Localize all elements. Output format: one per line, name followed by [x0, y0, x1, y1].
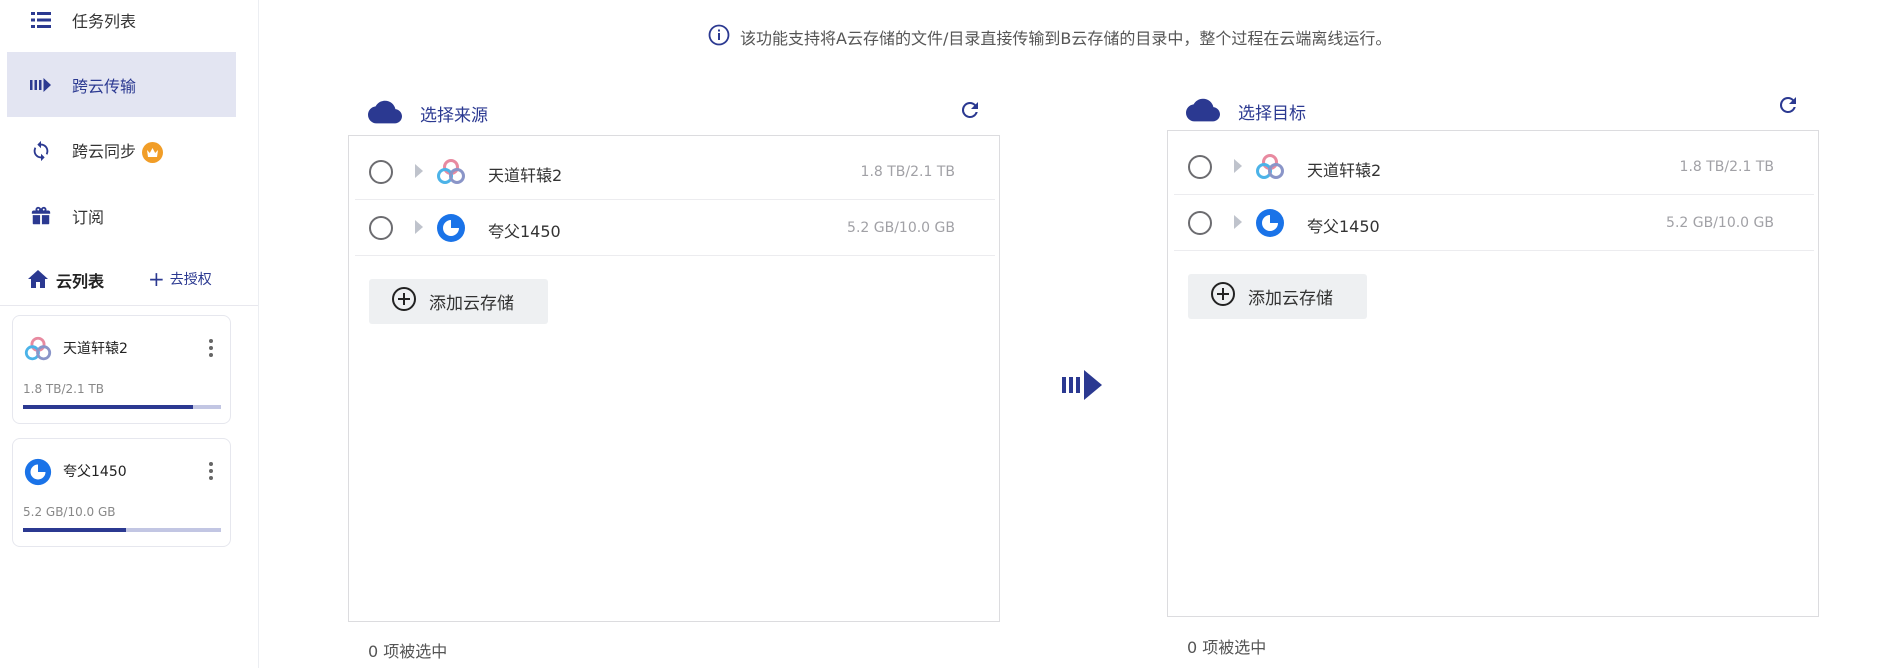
nav-label-text: 跨云同步 — [72, 142, 137, 161]
target-selected-count: 0 项被选中 — [1187, 638, 1267, 657]
target-storage-row[interactable]: 夸父1450 5.2 GB/10.0 GB — [1174, 195, 1814, 251]
target-title: 选择目标 — [1238, 104, 1306, 124]
list-icon — [29, 8, 53, 32]
storage-name: 夸父1450 — [1307, 217, 1380, 236]
nav-item-cross-cloud-transfer[interactable]: 跨云传输 — [7, 52, 236, 117]
radio-button[interactable] — [369, 160, 393, 184]
add-storage-button[interactable]: 添加云存储 — [1188, 274, 1367, 319]
target-storage-row[interactable]: 天道轩辕2 1.8 TB/2.1 TB — [1174, 139, 1814, 195]
source-panel-header: 选择来源 — [368, 92, 980, 132]
nav-label-with-badge: 跨云同步 — [72, 138, 164, 163]
info-banner: 该功能支持将A云存储的文件/目录直接传输到B云存储的目录中，整个过程在云端离线运… — [708, 24, 1391, 50]
authorize-button[interactable]: + 去授权 — [148, 269, 212, 289]
cloud-rings-icon — [1254, 151, 1286, 183]
storage-usage-fill — [23, 405, 193, 409]
home-icon — [28, 270, 48, 292]
source-storage-row[interactable]: 天道轩辕2 1.8 TB/2.1 TB — [355, 144, 995, 200]
storage-card[interactable]: 天道轩辕2 1.8 TB/2.1 TB — [12, 315, 231, 424]
nav-label: 订阅 — [72, 207, 105, 227]
source-storage-row[interactable]: 夸父1450 5.2 GB/10.0 GB — [355, 200, 995, 256]
nav-label: 任务列表 — [72, 11, 137, 31]
storage-card[interactable]: 夸父1450 5.2 GB/10.0 GB — [12, 438, 231, 547]
radio-button[interactable] — [369, 216, 393, 240]
radio-button[interactable] — [1188, 211, 1212, 235]
nav-item-subscribe[interactable]: 订阅 — [7, 183, 236, 248]
cloud-rings-icon — [435, 156, 467, 188]
target-panel-header: 选择目标 — [1186, 90, 1798, 130]
storage-usage-fill — [23, 528, 126, 532]
refresh-icon[interactable] — [1776, 93, 1800, 121]
storage-usage-bar — [23, 528, 221, 532]
blue-drive-icon — [435, 212, 467, 244]
more-vert-icon[interactable] — [199, 459, 223, 483]
sidebar-divider — [258, 0, 259, 668]
plus-icon: + — [148, 267, 165, 291]
add-circle-icon — [1210, 281, 1236, 312]
transfer-icon — [29, 73, 53, 97]
storage-name: 天道轩辕2 — [488, 166, 563, 185]
add-storage-label: 添加云存储 — [1248, 289, 1333, 309]
storage-name: 夸父1450 — [488, 222, 561, 241]
cloud-list-title: 云列表 — [56, 272, 105, 291]
nav-item-task-list[interactable]: 任务列表 — [7, 0, 236, 52]
sync-icon — [29, 139, 53, 163]
source-selected-count: 0 项被选中 — [368, 642, 448, 661]
cloud-icon — [368, 100, 402, 128]
cloud-rings-icon — [23, 334, 53, 364]
storage-size: 1.8 TB/2.1 TB — [860, 164, 955, 180]
nav-label: 跨云传输 — [72, 76, 137, 96]
expand-caret-icon[interactable] — [1234, 215, 1242, 229]
storage-name: 天道轩辕2 — [63, 341, 128, 357]
source-title: 选择来源 — [420, 106, 488, 126]
add-storage-label: 添加云存储 — [429, 294, 514, 314]
add-circle-icon — [391, 286, 417, 317]
blue-drive-icon — [1254, 207, 1286, 239]
expand-caret-icon[interactable] — [415, 220, 423, 234]
sidebar: 任务列表 跨云传输 跨云同步 订阅 云列表 + 去授权 天道轩辕2 1.8 TB/… — [0, 0, 258, 668]
blue-drive-icon — [23, 457, 53, 487]
radio-button[interactable] — [1188, 155, 1212, 179]
storage-usage: 1.8 TB/2.1 TB — [23, 382, 104, 396]
info-text: 该功能支持将A云存储的文件/目录直接传输到B云存储的目录中，整个过程在云端离线运… — [740, 29, 1392, 48]
authorize-label: 去授权 — [169, 272, 212, 288]
source-panel: 天道轩辕2 1.8 TB/2.1 TB 夸父1450 5.2 GB/10.0 G… — [348, 135, 1000, 622]
storage-usage: 5.2 GB/10.0 GB — [23, 505, 116, 519]
storage-usage-bar — [23, 405, 221, 409]
crown-icon — [142, 142, 164, 163]
storage-name: 夸父1450 — [63, 464, 127, 480]
refresh-icon[interactable] — [958, 98, 982, 126]
add-storage-button[interactable]: 添加云存储 — [369, 279, 548, 324]
target-panel: 天道轩辕2 1.8 TB/2.1 TB 夸父1450 5.2 GB/10.0 G… — [1167, 130, 1819, 617]
more-vert-icon[interactable] — [199, 336, 223, 360]
expand-caret-icon[interactable] — [415, 164, 423, 178]
transfer-arrow-icon — [1062, 370, 1104, 404]
storage-size: 5.2 GB/10.0 GB — [847, 220, 955, 236]
cloud-icon — [1186, 98, 1220, 126]
storage-name: 天道轩辕2 — [1307, 161, 1382, 180]
storage-size: 5.2 GB/10.0 GB — [1666, 215, 1774, 231]
cloud-list-header: 云列表 + 去授权 — [0, 258, 258, 306]
nav-item-cross-cloud-sync[interactable]: 跨云同步 — [7, 118, 236, 183]
info-icon — [708, 24, 730, 50]
expand-caret-icon[interactable] — [1234, 159, 1242, 173]
gift-icon — [29, 204, 53, 228]
storage-size: 1.8 TB/2.1 TB — [1679, 159, 1774, 175]
